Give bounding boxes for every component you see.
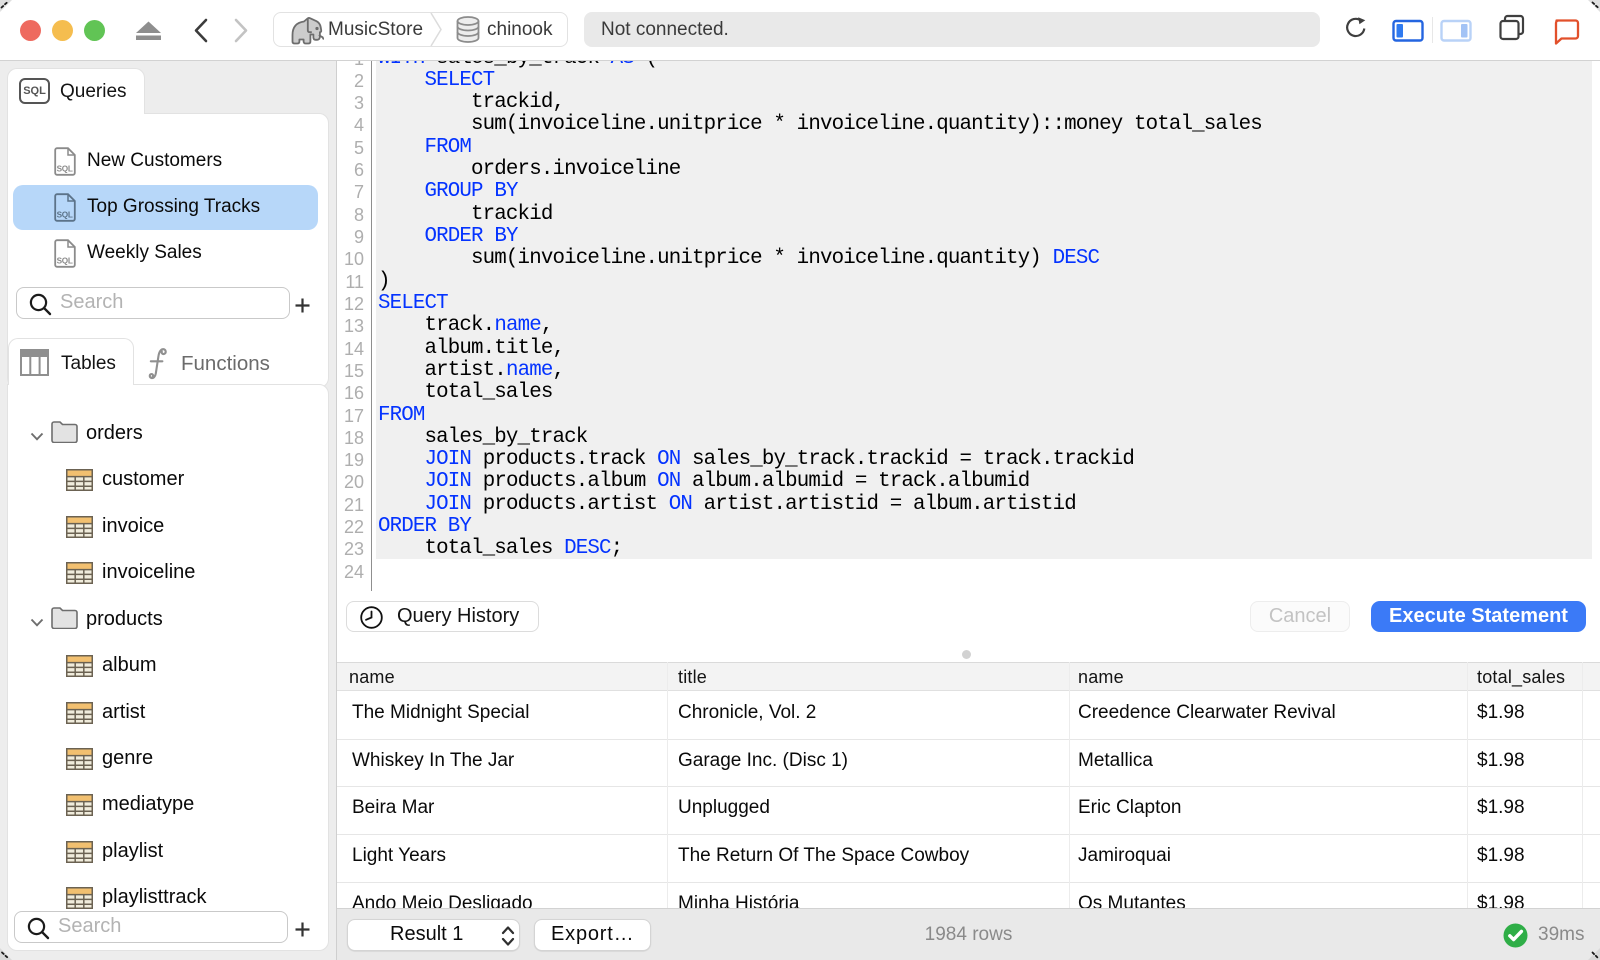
svg-text:SQL: SQL — [57, 165, 73, 174]
svg-text:SQL: SQL — [57, 211, 73, 220]
svg-text:SQL: SQL — [57, 257, 73, 266]
